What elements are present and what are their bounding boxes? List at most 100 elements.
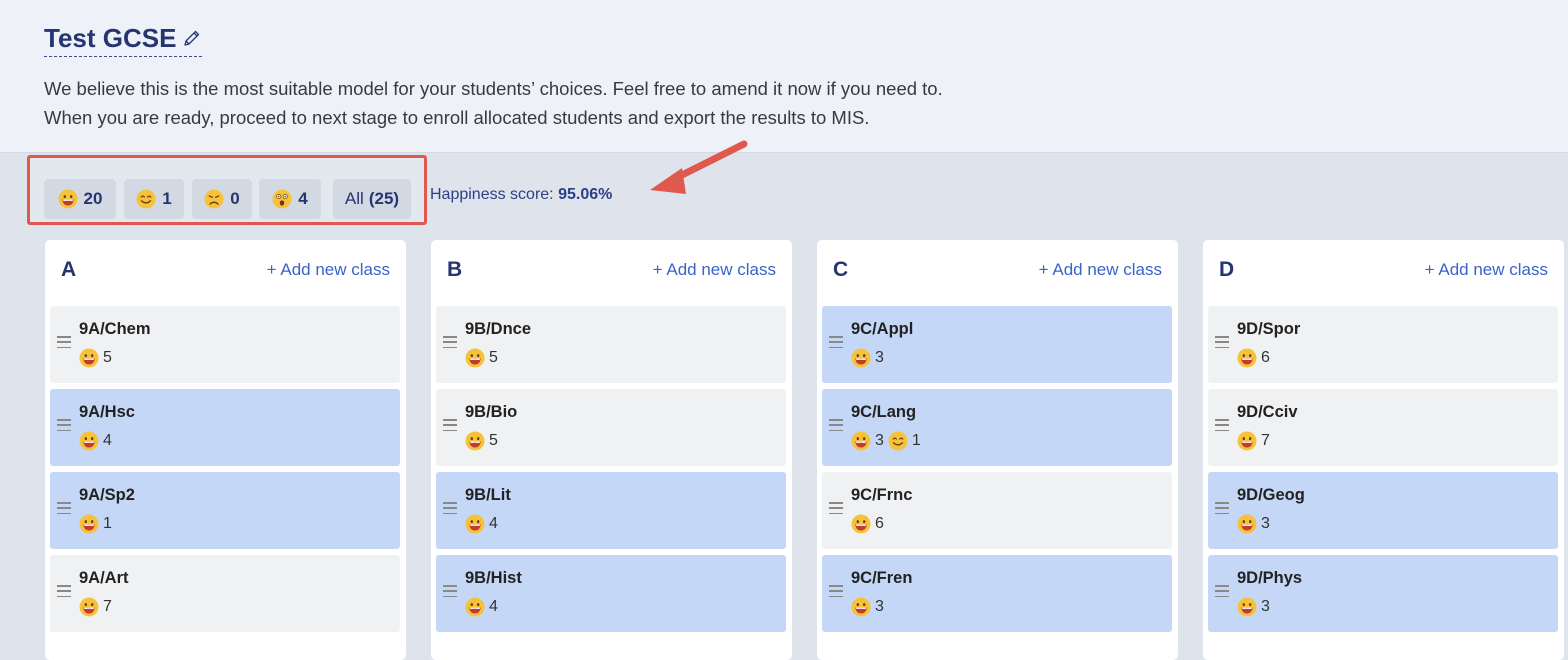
drag-handle-icon[interactable] [829,585,843,597]
student-count: 3 [875,432,884,449]
class-card[interactable]: 9A/Chem 5 [50,306,400,383]
filter-very-happy-button[interactable]: 20 [44,179,116,219]
class-name: 9A/Sp2 [79,486,135,504]
drag-handle-icon[interactable] [443,585,457,597]
page-description: We believe this is the most suitable mod… [44,74,943,132]
student-count: 6 [1261,349,1270,366]
student-count: 3 [875,349,884,366]
student-count: 4 [103,432,112,449]
drag-handle-icon[interactable] [829,419,843,431]
filter-unallocated-button[interactable]: 4 [259,179,321,219]
class-name: 9C/Fren [851,569,913,587]
grinning-face-icon [1237,348,1257,368]
happiness-filter-group: 20 1 0 4 All (25) [27,155,427,225]
class-card[interactable]: 9C/Appl 3 [822,306,1172,383]
class-card[interactable]: 9D/Phys 3 [1208,555,1558,632]
grinning-face-icon [79,597,99,617]
drag-handle-icon[interactable] [57,419,71,431]
grinning-face-icon [1237,597,1257,617]
filter-sad-button[interactable]: 0 [192,179,252,219]
sad-face-icon [204,189,224,209]
class-name: 9B/Hist [465,569,522,587]
add-new-class-button[interactable]: + Add new class [1039,260,1162,280]
class-card[interactable]: 9C/Lang 3 1 [822,389,1172,466]
pencil-icon[interactable] [182,28,202,48]
title-row[interactable]: Test GCSE [44,22,203,57]
class-name: 9A/Hsc [79,403,135,421]
grinning-face-icon [851,431,871,451]
class-name: 9A/Art [79,569,129,587]
class-card[interactable]: 9B/Hist 4 [436,555,786,632]
class-card[interactable]: 9A/Sp2 1 [50,472,400,549]
class-card[interactable]: 9B/Dnce 5 [436,306,786,383]
class-card[interactable]: 9A/Art 7 [50,555,400,632]
student-count: 6 [875,515,884,532]
drag-handle-icon[interactable] [57,585,71,597]
filter-happy-button[interactable]: 1 [124,179,184,219]
filter-all-count: (25) [368,189,400,208]
drag-handle-icon[interactable] [829,502,843,514]
shocked-face-icon [272,189,292,209]
smiling-face-icon [888,431,908,451]
happiness-score-label: Happiness score: [430,186,554,203]
filter-all-label: All [344,189,364,208]
class-name: 9D/Spor [1237,320,1301,338]
student-count: 4 [489,515,498,532]
class-stats: 3 [1237,597,1274,617]
description-line-2: When you are ready, proceed to next stag… [44,107,870,128]
class-card[interactable]: 9C/Frnc 6 [822,472,1172,549]
class-card[interactable]: 9D/Cciv 7 [1208,389,1558,466]
class-card[interactable]: 9B/Lit 4 [436,472,786,549]
class-card[interactable]: 9D/Geog 3 [1208,472,1558,549]
grinning-face-icon [58,189,78,209]
class-stats: 6 [1237,348,1274,368]
class-name: 9C/Frnc [851,486,913,504]
class-stats: 3 [851,348,888,368]
grinning-face-icon [1237,431,1257,451]
class-name: 9D/Phys [1237,569,1303,587]
add-new-class-button[interactable]: + Add new class [1425,260,1548,280]
filter-all-button[interactable]: All (25) [333,179,411,219]
column-title: A [61,258,77,281]
column-title: C [833,258,849,281]
class-stats: 4 [465,514,502,534]
grinning-face-icon [465,348,485,368]
drag-handle-icon[interactable] [57,502,71,514]
drag-handle-icon[interactable] [1215,419,1229,431]
student-count: 5 [489,432,498,449]
class-stats: 4 [465,597,502,617]
page-header: Test GCSE We believe this is the most su… [0,0,1568,153]
happiness-score: Happiness score: 95.06% [430,186,612,204]
class-card[interactable]: 9D/Spor 6 [1208,306,1558,383]
drag-handle-icon[interactable] [57,336,71,348]
drag-handle-icon[interactable] [1215,502,1229,514]
grinning-face-icon [1237,514,1257,534]
drag-handle-icon[interactable] [443,502,457,514]
add-new-class-button[interactable]: + Add new class [653,260,776,280]
drag-handle-icon[interactable] [1215,585,1229,597]
block-column-a: A + Add new class 9A/Chem 5 9A/Hsc 4 9A/… [45,240,406,660]
class-card[interactable]: 9A/Hsc 4 [50,389,400,466]
class-card[interactable]: 9C/Fren 3 [822,555,1172,632]
drag-handle-icon[interactable] [443,336,457,348]
student-count: 7 [1261,432,1270,449]
class-name: 9B/Lit [465,486,511,504]
add-new-class-label: Add new class [1438,260,1548,279]
class-name: 9B/Dnce [465,320,532,338]
class-stats: 6 [851,514,888,534]
smiling-face-icon [136,189,156,209]
student-count: 3 [875,598,884,615]
class-name: 9C/Lang [851,403,917,421]
drag-handle-icon[interactable] [829,336,843,348]
grinning-face-icon [465,514,485,534]
drag-handle-icon[interactable] [1215,336,1229,348]
class-stats: 3 [1237,514,1274,534]
add-new-class-button[interactable]: + Add new class [267,260,390,280]
class-stats: 4 [79,431,116,451]
grinning-face-icon [851,348,871,368]
page-title[interactable]: Test GCSE [44,22,176,54]
drag-handle-icon[interactable] [443,419,457,431]
column-title: D [1219,258,1235,281]
filter-count: 1 [162,189,172,208]
class-card[interactable]: 9B/Bio 5 [436,389,786,466]
